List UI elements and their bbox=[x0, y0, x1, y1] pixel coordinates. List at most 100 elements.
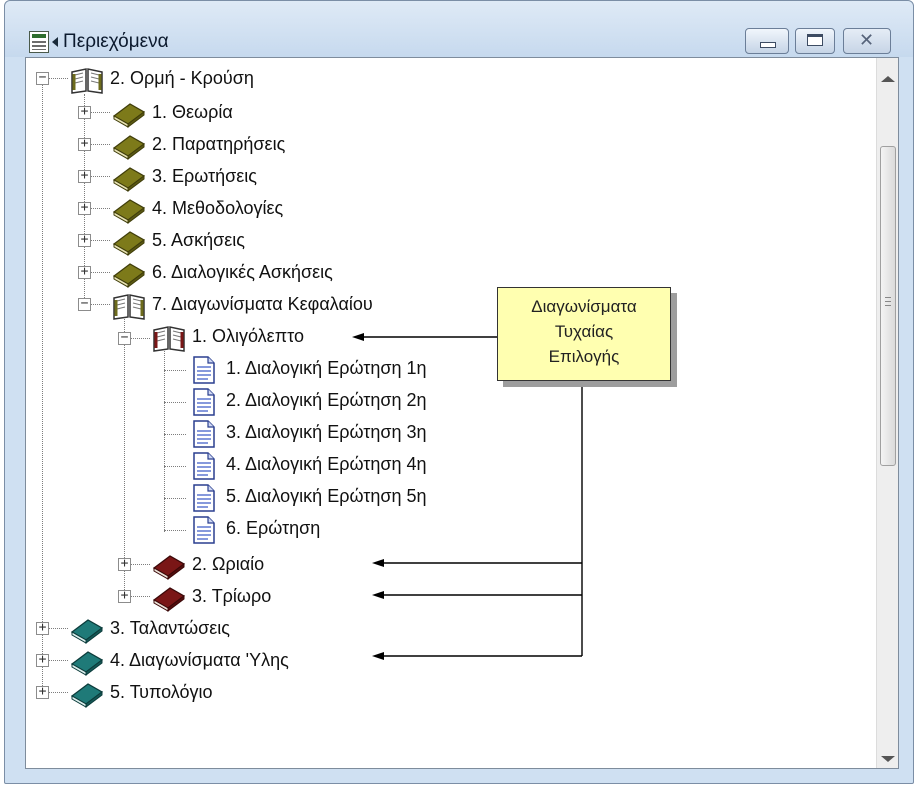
tree-node-label: 2. Παρατηρήσεις bbox=[152, 134, 286, 154]
maximize-button[interactable] bbox=[795, 28, 835, 54]
scroll-thumb[interactable] bbox=[880, 146, 896, 466]
title-arrow-icon bbox=[52, 37, 58, 47]
book-olive-closed-icon bbox=[112, 167, 146, 192]
expand-toggle[interactable]: + bbox=[118, 589, 131, 603]
tree-line bbox=[164, 466, 186, 467]
tree-node-label: 3. Διαλογική Ερώτηση 3η bbox=[226, 422, 427, 442]
tree-node-label: 5. Ασκήσεις bbox=[152, 230, 245, 250]
tree-node-label: 6. Διαλογικές Ασκήσεις bbox=[152, 262, 333, 282]
tree-line bbox=[164, 370, 186, 371]
maximize-icon bbox=[807, 34, 823, 46]
book-olive-closed-icon bbox=[112, 135, 146, 160]
tree-line bbox=[48, 628, 68, 629]
expand-toggle[interactable]: + bbox=[36, 621, 49, 635]
tree-line bbox=[90, 112, 110, 113]
callout-line: Επιλογής bbox=[548, 347, 620, 366]
tree-panel: − + + + + + + − − + + + + + 2. Ορμή - Κρ… bbox=[25, 57, 899, 769]
book-olive-closed-icon bbox=[112, 199, 146, 224]
expand-toggle[interactable]: + bbox=[78, 265, 91, 279]
tree-line bbox=[90, 208, 110, 209]
expand-toggle[interactable]: + bbox=[78, 201, 91, 215]
tree-node-label: 5. Διαλογική Ερώτηση 5η bbox=[226, 486, 427, 506]
expand-toggle[interactable]: + bbox=[78, 137, 91, 151]
tree-node-label: 7. Διαγωνίσματα Κεφαλαίου bbox=[152, 294, 373, 314]
tree-line bbox=[130, 338, 150, 339]
document-icon bbox=[193, 420, 215, 448]
minimize-button[interactable] bbox=[745, 28, 789, 54]
expand-toggle[interactable]: + bbox=[78, 169, 91, 183]
grip-line bbox=[885, 301, 891, 302]
contents-tree: − + + + + + + − − + + + + + 2. Ορμή - Κρ… bbox=[26, 58, 876, 768]
book-teal-closed-icon bbox=[70, 683, 104, 708]
tree-node-label: 2. Διαλογική Ερώτηση 2η bbox=[226, 390, 427, 410]
tree-line bbox=[90, 240, 110, 241]
tree-node-label: 2. Ορμή - Κρούση bbox=[110, 68, 254, 88]
close-button[interactable]: ✕ bbox=[843, 28, 891, 54]
document-icon bbox=[193, 388, 215, 416]
scroll-up-arrow-icon[interactable] bbox=[881, 76, 895, 82]
expand-toggle[interactable]: + bbox=[118, 557, 131, 571]
grip-line bbox=[885, 305, 891, 306]
document-icon bbox=[193, 516, 215, 544]
tree-node-label: 1. Θεωρία bbox=[152, 102, 233, 122]
scroll-down-arrow-icon[interactable] bbox=[881, 756, 895, 762]
tree-line bbox=[130, 596, 150, 597]
tree-line bbox=[164, 434, 186, 435]
tree-node-label: 1. Ολιγόλεπτο bbox=[192, 326, 304, 346]
tree-node-label: 3. Τρίωρο bbox=[192, 586, 272, 606]
collapse-toggle[interactable]: − bbox=[78, 297, 91, 311]
app-icon[interactable] bbox=[29, 31, 49, 53]
expand-toggle[interactable]: + bbox=[36, 653, 49, 667]
tree-node-label: 3. Ερωτήσεις bbox=[152, 166, 257, 186]
document-icon bbox=[193, 452, 215, 480]
vertical-scrollbar[interactable] bbox=[876, 58, 898, 768]
book-red-closed-icon bbox=[152, 587, 186, 612]
tree-node-label: 4. Διαλογική Ερώτηση 4η bbox=[226, 454, 427, 474]
tree-node-label: 2. Ωριαίο bbox=[192, 554, 265, 574]
tree-line bbox=[130, 564, 150, 565]
collapse-toggle[interactable]: − bbox=[36, 71, 49, 85]
tree-line bbox=[42, 80, 43, 696]
tree-line bbox=[90, 272, 110, 273]
tree-line bbox=[90, 176, 110, 177]
window-title: Περιεχόμενα bbox=[63, 31, 169, 52]
tree-node-label: 6. Ερώτηση bbox=[226, 518, 321, 538]
tree-line bbox=[48, 660, 68, 661]
title-bar[interactable]: Περιεχόμενα ✕ bbox=[5, 1, 913, 57]
annotation-callout: Διαγωνίσματα Τυχαίας Επιλογής bbox=[497, 287, 671, 381]
book-olive-closed-icon bbox=[112, 231, 146, 256]
contents-window: Περιεχόμενα ✕ − + + + + + + − − + + + + … bbox=[4, 0, 914, 784]
tree-node-label: 1. Διαλογική Ερώτηση 1η bbox=[226, 358, 427, 378]
document-icon bbox=[193, 484, 215, 512]
expand-toggle[interactable]: + bbox=[36, 685, 49, 699]
tree-line bbox=[164, 348, 165, 532]
tree-line bbox=[90, 304, 110, 305]
tree-node-label: 4. Διαγωνίσματα 'Υλης bbox=[110, 650, 289, 670]
tree-line bbox=[124, 312, 125, 596]
grip-line bbox=[885, 297, 891, 298]
collapse-toggle[interactable]: − bbox=[118, 331, 131, 345]
tree-node-label: 5. Τυπολόγιο bbox=[110, 682, 213, 702]
book-open-icon bbox=[71, 68, 103, 94]
callout-line: Διαγωνίσματα bbox=[531, 297, 637, 316]
tree-line bbox=[164, 498, 186, 499]
tree-line bbox=[164, 530, 186, 531]
tree-node-label: 4. Μεθοδολογίες bbox=[152, 198, 284, 218]
book-open-red-icon bbox=[153, 326, 185, 352]
book-teal-closed-icon bbox=[70, 651, 104, 676]
tree-line bbox=[48, 692, 68, 693]
minimize-icon bbox=[760, 42, 776, 48]
tree-node-label: 3. Ταλαντώσεις bbox=[110, 618, 230, 638]
expand-toggle[interactable]: + bbox=[78, 233, 91, 247]
tree-line bbox=[164, 402, 186, 403]
book-olive-closed-icon bbox=[112, 103, 146, 128]
book-open-icon bbox=[113, 294, 145, 320]
tree-line bbox=[48, 78, 68, 79]
close-icon: ✕ bbox=[859, 30, 875, 51]
book-red-closed-icon bbox=[152, 555, 186, 580]
book-teal-closed-icon bbox=[70, 619, 104, 644]
callout-line: Τυχαίας bbox=[554, 322, 614, 341]
book-olive-closed-icon bbox=[112, 263, 146, 288]
document-icon bbox=[193, 356, 215, 384]
expand-toggle[interactable]: + bbox=[78, 105, 91, 119]
